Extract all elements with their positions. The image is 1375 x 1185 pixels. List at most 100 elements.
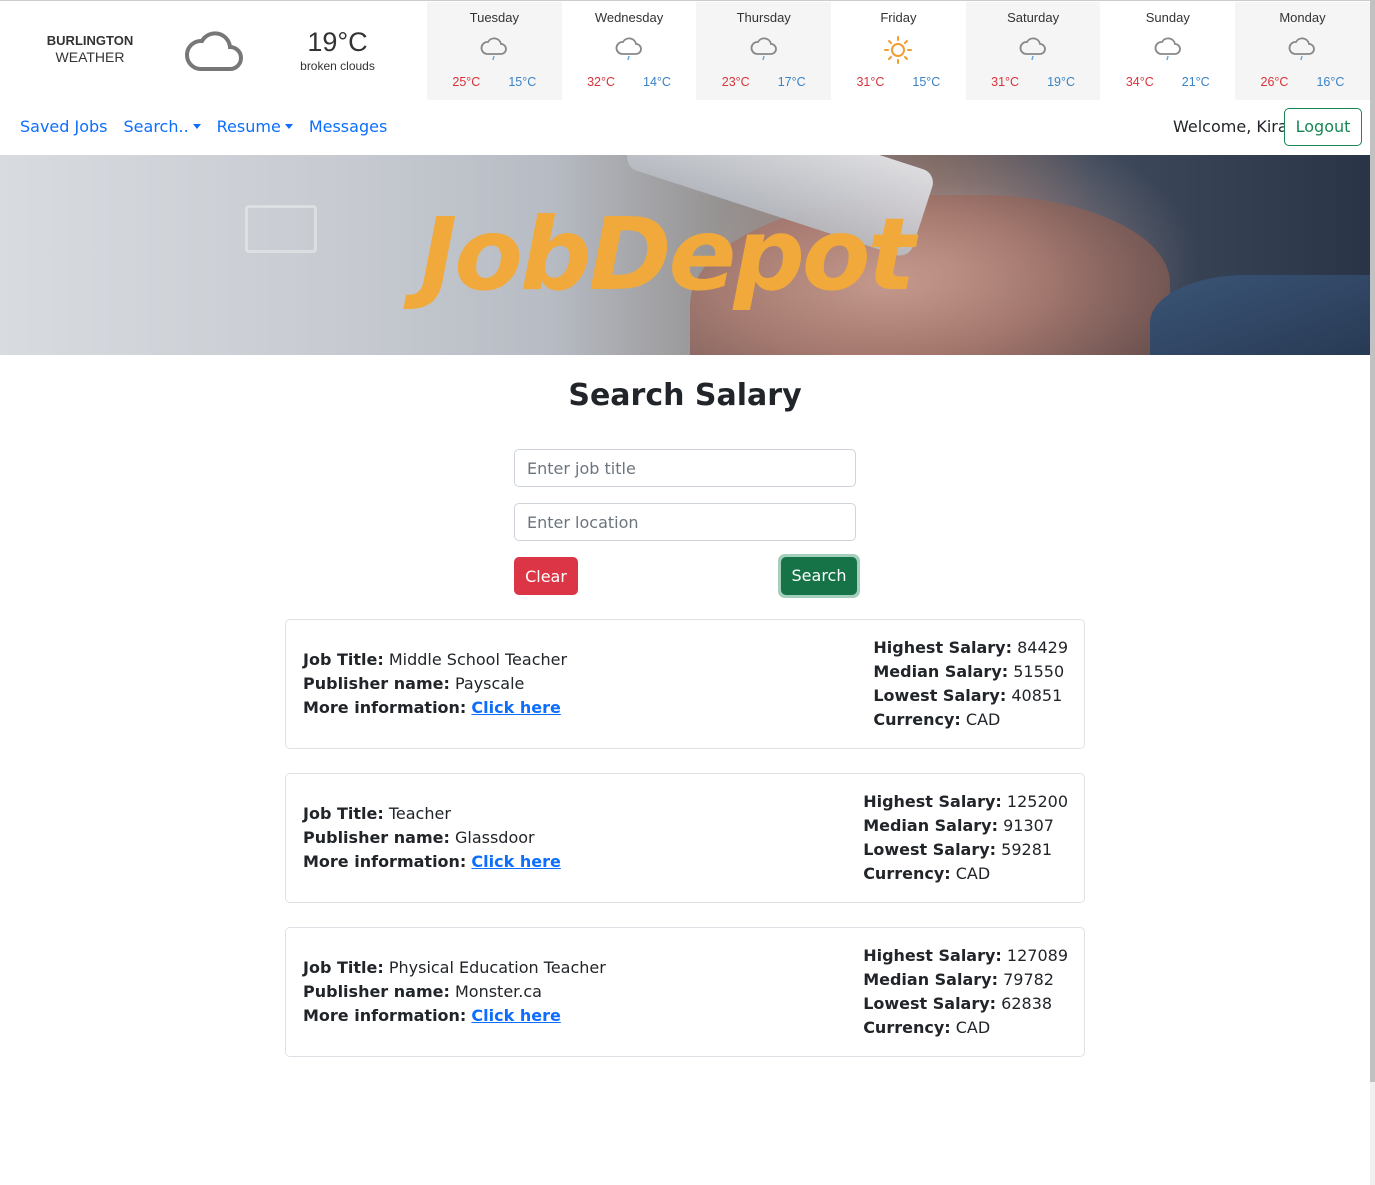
more-info-label: More information: bbox=[303, 852, 467, 871]
currency-value: CAD bbox=[965, 710, 1001, 729]
weather-label: WEATHER bbox=[55, 49, 125, 65]
nav-search-label: Search.. bbox=[123, 117, 189, 136]
lowest-value: 40851 bbox=[1011, 686, 1063, 705]
sun-icon bbox=[831, 36, 966, 64]
page-scrollbar[interactable] bbox=[1370, 0, 1375, 1185]
day-name: Monday bbox=[1279, 10, 1326, 25]
more-info-label: More information: bbox=[303, 1006, 467, 1025]
lowest-value: 59281 bbox=[1001, 840, 1053, 859]
day-name: Wednesday bbox=[594, 10, 664, 25]
more-info-link[interactable]: Click here bbox=[471, 852, 560, 871]
day-name: Friday bbox=[880, 10, 917, 25]
highest-value: 127089 bbox=[1006, 946, 1068, 965]
temp-low: 17°C bbox=[777, 75, 806, 89]
weather-widget: BURLINGTON WEATHER 19°C broken clouds Tu… bbox=[0, 0, 1370, 100]
temp-high: 31°C bbox=[991, 75, 1020, 89]
day-name: Thursday bbox=[736, 10, 791, 25]
forecast-day: Saturday 31°C 19°C bbox=[965, 2, 1101, 100]
job-title-value: Physical Education Teacher bbox=[388, 958, 606, 977]
caret-down-icon bbox=[284, 124, 293, 129]
rain-cloud-icon bbox=[562, 36, 697, 64]
nav-search-dropdown[interactable]: Search.. bbox=[124, 117, 201, 136]
more-info-link[interactable]: Click here bbox=[471, 698, 560, 717]
currency-label: Currency: bbox=[873, 710, 961, 729]
salary-card: Job Title: Physical Education Teacher Pu… bbox=[285, 927, 1085, 1057]
site-logo: JobDepot bbox=[420, 196, 915, 313]
temp-high: 25°C bbox=[452, 75, 481, 89]
logout-button[interactable]: Logout bbox=[1284, 108, 1362, 146]
hero-banner: JobDepot bbox=[0, 155, 1370, 355]
median-value: 91307 bbox=[1003, 816, 1054, 835]
median-value: 51550 bbox=[1013, 662, 1065, 681]
temp-low: 16°C bbox=[1316, 75, 1345, 89]
card-job-info: Job Title: Middle School Teacher Publish… bbox=[303, 648, 567, 720]
city-name: BURLINGTON bbox=[46, 33, 134, 48]
currency-value: CAD bbox=[955, 864, 991, 883]
nav-saved-jobs[interactable]: Saved Jobs bbox=[20, 117, 108, 136]
clear-button[interactable]: Clear bbox=[514, 557, 578, 595]
scrollbar-thumb[interactable] bbox=[1370, 0, 1375, 1082]
page-title: Search Salary bbox=[568, 378, 802, 413]
highest-label: Highest Salary: bbox=[873, 638, 1012, 657]
banner-sleeve-image bbox=[1150, 275, 1370, 355]
temp-high: 23°C bbox=[721, 75, 750, 89]
rain-cloud-icon bbox=[696, 36, 831, 64]
day-name: Sunday bbox=[1145, 10, 1190, 25]
publisher-label: Publisher name: bbox=[303, 828, 450, 847]
forecast-list: Tuesday 25°C 15°C Wednesday 32°C 14°C Thur… bbox=[427, 2, 1370, 100]
temp-low: 19°C bbox=[1047, 75, 1076, 89]
more-info-link[interactable]: Click here bbox=[471, 1006, 560, 1025]
rain-cloud-icon bbox=[427, 36, 562, 64]
job-title-label: Job Title: bbox=[303, 650, 384, 669]
nav-messages[interactable]: Messages bbox=[309, 117, 387, 136]
card-job-info: Job Title: Physical Education Teacher Pu… bbox=[303, 956, 606, 1028]
forecast-day: Friday 31°C 15°C bbox=[831, 2, 966, 100]
job-title-value: Teacher bbox=[388, 804, 451, 823]
highest-label: Highest Salary: bbox=[863, 792, 1002, 811]
search-button[interactable]: Search bbox=[781, 557, 857, 595]
lowest-label: Lowest Salary: bbox=[863, 840, 997, 859]
card-salary-info: Highest Salary: 84429 Median Salary: 515… bbox=[873, 636, 1068, 732]
day-name: Tuesday bbox=[469, 10, 520, 25]
median-label: Median Salary: bbox=[863, 816, 998, 835]
current-desc: broken clouds bbox=[300, 59, 375, 73]
median-label: Median Salary: bbox=[873, 662, 1009, 681]
temp-high: 34°C bbox=[1125, 75, 1154, 89]
chart-icon bbox=[245, 205, 317, 253]
temp-low: 15°C bbox=[508, 75, 537, 89]
temp-high: 32°C bbox=[587, 75, 616, 89]
nav-resume-dropdown[interactable]: Resume bbox=[217, 117, 293, 136]
rain-cloud-icon bbox=[966, 36, 1101, 64]
publisher-label: Publisher name: bbox=[303, 982, 450, 1001]
nav-links: Saved Jobs Search.. Resume Messages bbox=[20, 117, 387, 136]
lowest-label: Lowest Salary: bbox=[863, 994, 997, 1013]
salary-card: Job Title: Middle School Teacher Publish… bbox=[285, 619, 1085, 749]
publisher-value: Payscale bbox=[454, 674, 525, 693]
card-job-info: Job Title: Teacher Publisher name: Glass… bbox=[303, 802, 561, 874]
cloud-icon bbox=[184, 29, 244, 77]
job-title-label: Job Title: bbox=[303, 804, 384, 823]
more-info-label: More information: bbox=[303, 698, 467, 717]
location-input[interactable] bbox=[514, 503, 856, 541]
caret-down-icon bbox=[192, 124, 201, 129]
current-temp: 19°C bbox=[307, 27, 368, 57]
temp-low: 14°C bbox=[643, 75, 671, 89]
salary-card: Job Title: Teacher Publisher name: Glass… bbox=[285, 773, 1085, 903]
card-salary-info: Highest Salary: 125200 Median Salary: 91… bbox=[863, 790, 1068, 886]
highest-value: 125200 bbox=[1006, 792, 1068, 811]
publisher-label: Publisher name: bbox=[303, 674, 450, 693]
lowest-label: Lowest Salary: bbox=[873, 686, 1007, 705]
navbar: Saved Jobs Search.. Resume Messages Welc… bbox=[0, 100, 1370, 155]
temp-high: 31°C bbox=[856, 75, 885, 89]
median-value: 79782 bbox=[1003, 970, 1054, 989]
currency-value: CAD bbox=[955, 1018, 991, 1037]
currency-label: Currency: bbox=[863, 864, 951, 883]
job-title-label: Job Title: bbox=[303, 958, 384, 977]
publisher-value: Glassdoor bbox=[454, 828, 535, 847]
job-title-input[interactable] bbox=[514, 449, 856, 487]
temp-high: 26°C bbox=[1260, 75, 1289, 89]
currency-label: Currency: bbox=[863, 1018, 951, 1037]
forecast-day: Sunday 34°C 21°C bbox=[1100, 2, 1235, 100]
rain-cloud-icon bbox=[1235, 36, 1370, 64]
card-salary-info: Highest Salary: 127089 Median Salary: 79… bbox=[863, 944, 1068, 1040]
